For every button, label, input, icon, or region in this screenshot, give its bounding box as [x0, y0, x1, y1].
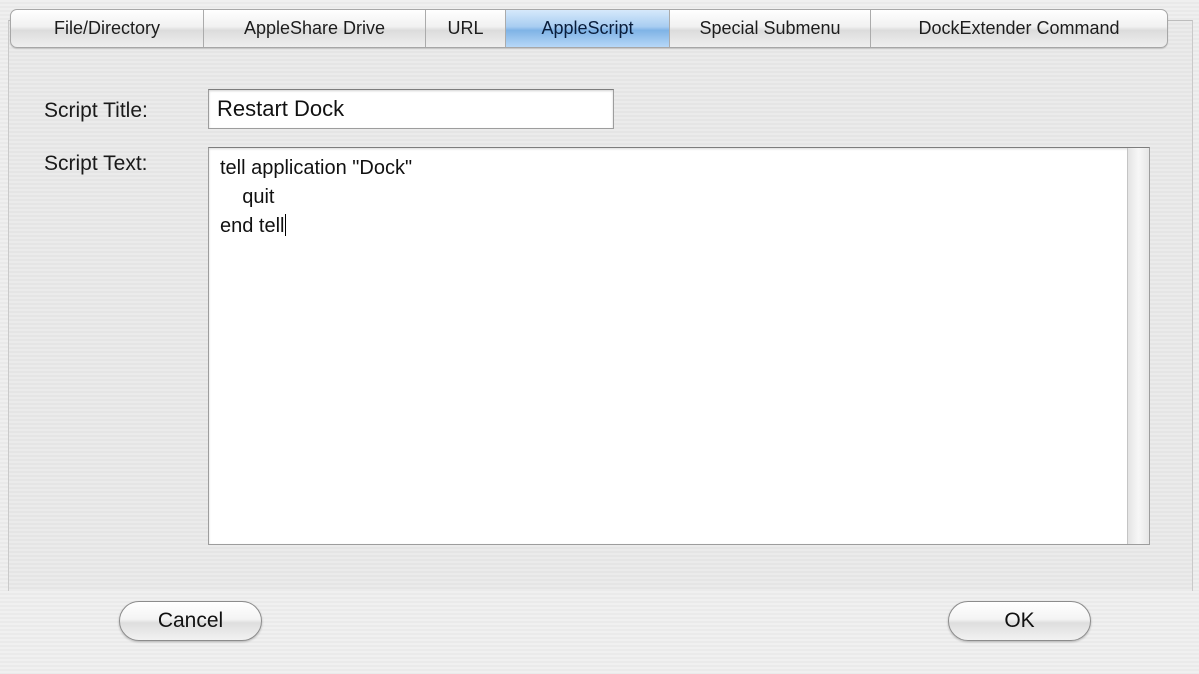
cancel-button[interactable]: Cancel [119, 601, 262, 641]
script-text-content[interactable]: tell application "Dock" quit end tell [209, 148, 1127, 544]
script-title-label: Script Title: [44, 99, 148, 122]
tab-appleshare-drive[interactable]: AppleShare Drive [204, 10, 426, 47]
button-bar: Cancel OK [0, 591, 1199, 674]
ok-button[interactable]: OK [948, 601, 1091, 641]
tab-url[interactable]: URL [426, 10, 506, 47]
tab-applescript[interactable]: AppleScript [506, 10, 670, 47]
tab-dockextender-command[interactable]: DockExtender Command [871, 10, 1167, 47]
script-title-input[interactable] [208, 89, 614, 129]
tab-special-submenu[interactable]: Special Submenu [670, 10, 871, 47]
text-caret [284, 214, 286, 236]
vertical-scrollbar[interactable] [1127, 148, 1149, 544]
tab-file-directory[interactable]: File/Directory [11, 10, 204, 47]
script-text-area[interactable]: tell application "Dock" quit end tell [208, 147, 1150, 545]
script-text-value: tell application "Dock" quit end tell [220, 157, 413, 237]
tab-bar: File/Directory AppleShare Drive URL Appl… [10, 9, 1168, 48]
dialog-window: File/Directory AppleShare Drive URL Appl… [0, 0, 1199, 674]
script-text-label: Script Text: [44, 152, 148, 175]
